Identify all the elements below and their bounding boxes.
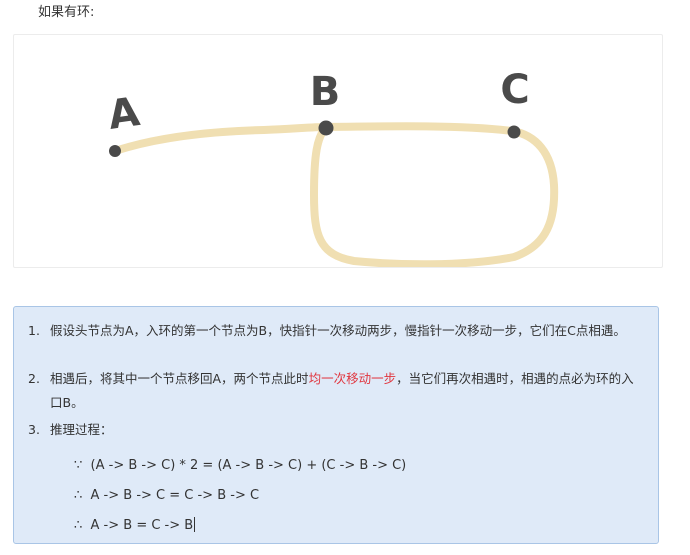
step-2-text-before: 相遇后，将其中一个节点移回A，两个节点此时 <box>50 371 309 386</box>
text-cursor <box>194 517 196 532</box>
node-b-dot <box>318 120 334 136</box>
formula-2: ∴ A -> B -> C = C -> B -> C <box>74 488 260 503</box>
explanation-box: 1. 假设头节点为A，入环的第一个节点为B，快指针一次移动两步，慢指针一次移动一… <box>13 306 659 544</box>
diagram-canvas: A B C <box>105 67 559 267</box>
node-c-label: C <box>500 67 529 113</box>
node-a-label: A <box>105 89 142 139</box>
step-2-highlight: 均一次移动一步 <box>308 371 397 386</box>
step-3-number: 3. <box>28 422 40 437</box>
node-b-label: B <box>310 69 341 115</box>
list-cycle-loop <box>310 122 559 267</box>
formula-3-line: ∴ A -> B = C -> B <box>74 516 196 536</box>
intro-text: 如果有环: <box>38 5 95 20</box>
linked-list-cycle-diagram: A B C <box>13 34 663 268</box>
step-2-number: 2. <box>28 371 40 386</box>
formula-1: ∵ (A -> B -> C) * 2 = (A -> B -> C) + (C… <box>74 458 407 473</box>
step-3-text: 推理过程： <box>50 422 113 437</box>
step-2-text: 相遇后，将其中一个节点移回A，两个节点此时均一次移动一步，当它们再次相遇时，相遇… <box>50 367 646 415</box>
formula-3: ∴ A -> B = C -> B <box>74 518 194 533</box>
step-1-number: 1. <box>28 323 40 338</box>
node-a-dot <box>109 145 121 157</box>
list-path-a-to-b <box>111 123 330 155</box>
node-c-dot <box>507 125 521 139</box>
step-1-text: 假设头节点为A，入环的第一个节点为B，快指针一次移动两步，慢指针一次移动一步，它… <box>50 323 626 338</box>
